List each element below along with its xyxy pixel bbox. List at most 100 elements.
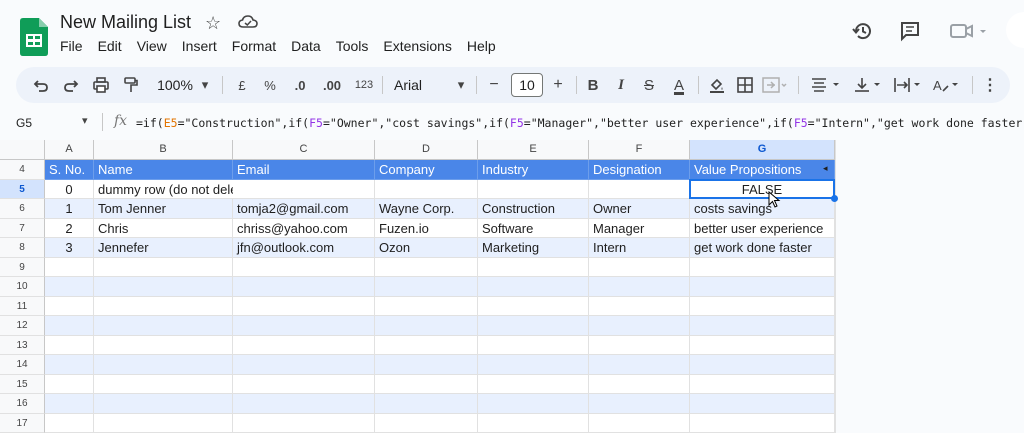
cell-c13[interactable]	[233, 336, 375, 356]
cell-b9[interactable]	[94, 258, 233, 278]
cell-g17[interactable]	[690, 414, 835, 433]
undo-icon[interactable]	[30, 67, 52, 103]
cell-e16[interactable]	[478, 394, 589, 414]
cell-a4[interactable]: S. No.	[45, 160, 94, 180]
menu-file[interactable]: File	[60, 38, 83, 54]
formula-input[interactable]: =if(E5="Construction",if(F5="Owner","cos…	[136, 116, 1024, 130]
cell-f5[interactable]	[589, 180, 690, 200]
document-title[interactable]: New Mailing List	[60, 12, 191, 33]
row-header-11[interactable]: 11	[0, 297, 45, 317]
cell-d17[interactable]	[375, 414, 478, 433]
cell-e12[interactable]	[478, 316, 589, 336]
vertical-align-icon[interactable]	[852, 67, 888, 103]
cell-d13[interactable]	[375, 336, 478, 356]
cell-d15[interactable]	[375, 375, 478, 395]
cell-e6[interactable]: Construction	[478, 199, 589, 219]
cell-c11[interactable]	[233, 297, 375, 317]
cell-d5[interactable]	[375, 180, 478, 200]
cell-a7[interactable]: 2	[45, 219, 94, 239]
cell-c17[interactable]	[233, 414, 375, 433]
column-header-f[interactable]: F	[589, 140, 690, 160]
select-all-corner[interactable]	[0, 140, 45, 160]
cell-c10[interactable]	[233, 277, 375, 297]
column-header-g[interactable]: G	[690, 140, 835, 160]
row-header-13[interactable]: 13	[0, 336, 45, 356]
cell-e9[interactable]	[478, 258, 589, 278]
menu-insert[interactable]: Insert	[182, 38, 217, 54]
cell-e8[interactable]: Marketing	[478, 238, 589, 258]
cell-c16[interactable]	[233, 394, 375, 414]
cell-g8[interactable]: get work done faster	[690, 238, 835, 258]
chevron-down-icon[interactable]: ▾	[82, 114, 88, 127]
chevron-down-icon[interactable]: ▾	[198, 67, 212, 103]
row-header-12[interactable]: 12	[0, 316, 45, 336]
cell-b11[interactable]	[94, 297, 233, 317]
cell-b14[interactable]	[94, 355, 233, 375]
cell-c8[interactable]: jfn@outlook.com	[233, 238, 375, 258]
cell-f15[interactable]	[589, 375, 690, 395]
cell-a17[interactable]	[45, 414, 94, 433]
cell-e4[interactable]: Industry	[478, 160, 589, 180]
cell-g13[interactable]	[690, 336, 835, 356]
cell-d10[interactable]	[375, 277, 478, 297]
cell-d4[interactable]: Company	[375, 160, 478, 180]
cell-f17[interactable]	[589, 414, 690, 433]
cell-c5[interactable]	[233, 180, 375, 200]
borders-icon[interactable]	[734, 67, 756, 103]
horizontal-align-icon[interactable]	[808, 67, 848, 103]
redo-icon[interactable]	[60, 67, 82, 103]
cell-f9[interactable]	[589, 258, 690, 278]
cell-g9[interactable]	[690, 258, 835, 278]
cell-a6[interactable]: 1	[45, 199, 94, 219]
cell-b13[interactable]	[94, 336, 233, 356]
share-button[interactable]	[1006, 12, 1024, 48]
cell-e5[interactable]	[478, 180, 589, 200]
row-header-16[interactable]: 16	[0, 394, 45, 414]
currency-format-button[interactable]: £	[232, 67, 252, 103]
menu-edit[interactable]: Edit	[98, 38, 122, 54]
cell-c4[interactable]: Email	[233, 160, 375, 180]
menu-data[interactable]: Data	[291, 38, 321, 54]
cell-g4[interactable]: Value Propositions	[690, 160, 835, 180]
cell-e15[interactable]	[478, 375, 589, 395]
row-header-17[interactable]: 17	[0, 414, 45, 433]
cell-d9[interactable]	[375, 258, 478, 278]
fill-color-icon[interactable]	[706, 67, 728, 103]
cell-d11[interactable]	[375, 297, 478, 317]
column-header-a[interactable]: A	[45, 140, 94, 160]
cell-b5[interactable]: dummy row (do not delete)	[94, 180, 233, 200]
history-icon[interactable]	[852, 20, 874, 47]
cell-b15[interactable]	[94, 375, 233, 395]
cell-e11[interactable]	[478, 297, 589, 317]
cell-a10[interactable]	[45, 277, 94, 297]
cell-d14[interactable]	[375, 355, 478, 375]
cell-b17[interactable]	[94, 414, 233, 433]
cell-a13[interactable]	[45, 336, 94, 356]
cell-a12[interactable]	[45, 316, 94, 336]
zoom-select[interactable]: 100%	[154, 67, 196, 103]
menu-view[interactable]: View	[137, 38, 167, 54]
cell-g16[interactable]	[690, 394, 835, 414]
cell-e7[interactable]: Software	[478, 219, 589, 239]
row-header-14[interactable]: 14	[0, 355, 45, 375]
cell-f14[interactable]	[589, 355, 690, 375]
cell-g10[interactable]	[690, 277, 835, 297]
text-wrapping-icon[interactable]	[892, 67, 928, 103]
row-header-6[interactable]: 6	[0, 199, 45, 219]
filter-chevron-icon[interactable]: ◂	[823, 163, 828, 174]
cell-a16[interactable]	[45, 394, 94, 414]
paint-format-icon[interactable]	[120, 67, 142, 103]
strikethrough-button[interactable]: S	[638, 67, 660, 103]
decrease-font-size-button[interactable]: −	[484, 67, 504, 103]
cell-b10[interactable]	[94, 277, 233, 297]
comment-icon[interactable]	[899, 20, 921, 47]
font-family-select[interactable]: Arial	[394, 67, 434, 103]
cell-a8[interactable]: 3	[45, 238, 94, 258]
more-options-icon[interactable]: ⋮	[982, 67, 998, 103]
row-header-5[interactable]: 5	[0, 180, 45, 200]
italic-button[interactable]: I	[610, 67, 632, 103]
percent-format-button[interactable]: %	[260, 67, 280, 103]
column-header-c[interactable]: C	[233, 140, 375, 160]
menu-help[interactable]: Help	[467, 38, 496, 54]
name-box[interactable]: G5 ▾	[16, 112, 96, 134]
